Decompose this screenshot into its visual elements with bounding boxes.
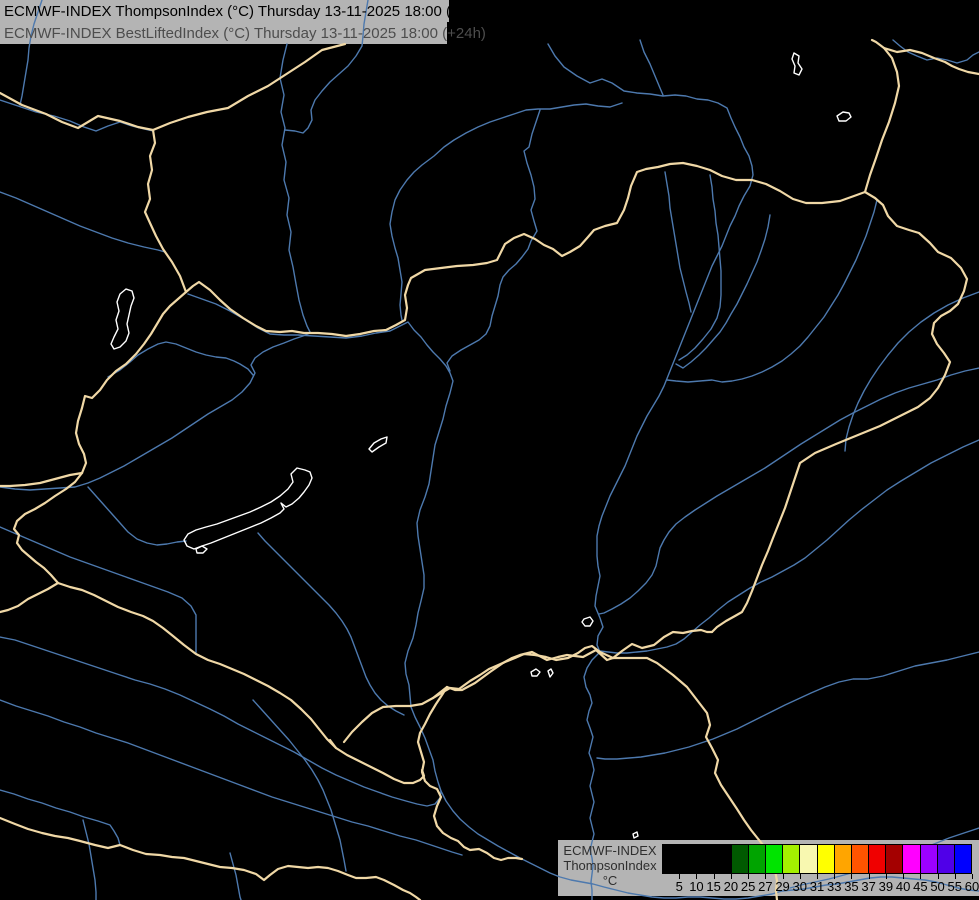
country-borders-layer — [0, 40, 979, 900]
legend-color-cell — [714, 844, 731, 874]
legend-title-unit: °C — [560, 873, 660, 888]
river-path — [548, 44, 753, 900]
weather-map — [0, 0, 979, 900]
weather-map-screen: ECMWF-INDEX ThompsonIndex (°C) Thursday … — [0, 0, 979, 900]
lake-outline — [531, 669, 540, 676]
legend-color-cell — [748, 844, 765, 874]
river-path — [665, 172, 691, 312]
legend-color-cell — [782, 844, 799, 874]
country-border-path — [186, 163, 865, 336]
country-border-path — [865, 40, 899, 192]
river-path — [0, 100, 153, 131]
country-border-path — [76, 292, 186, 473]
river-path — [258, 533, 404, 715]
country-border-path — [330, 740, 336, 748]
rivers-layer — [0, 0, 979, 900]
river-path — [679, 175, 721, 360]
river-path — [0, 192, 165, 252]
river-path — [0, 700, 462, 855]
lake-outline — [184, 468, 312, 549]
legend-color-cell — [920, 844, 937, 874]
legend-color-cell — [799, 844, 816, 874]
lake-outline — [369, 437, 387, 452]
country-border-path — [344, 698, 433, 742]
river-path — [108, 342, 253, 377]
country-border-path — [712, 192, 967, 632]
river-path — [0, 790, 120, 845]
map-title-line1: ECMWF-INDEX ThompsonIndex (°C) Thursday … — [4, 3, 490, 20]
lake-outline — [633, 832, 638, 838]
legend-color-cell — [679, 844, 696, 874]
legend-color-cell — [834, 844, 851, 874]
legend-title-product: ECMWF-INDEX — [560, 843, 660, 858]
river-path — [253, 700, 346, 871]
river-path — [845, 292, 979, 451]
river-path — [676, 215, 770, 368]
legend-color-cell — [731, 844, 748, 874]
river-path — [893, 40, 979, 63]
country-border-path — [0, 818, 420, 900]
lake-outline — [196, 546, 207, 553]
country-border-path — [884, 48, 979, 74]
lakes-layer — [111, 53, 851, 838]
river-path — [667, 200, 877, 382]
legend-color-cell — [765, 844, 782, 874]
river-path — [0, 637, 441, 806]
legend-title-index: ThompsonIndex — [560, 858, 660, 873]
lake-outline — [548, 669, 553, 677]
legend-color-cell — [662, 844, 679, 874]
river-path — [88, 487, 186, 545]
country-border-path — [418, 687, 522, 860]
map-title-line2: ECMWF-INDEX BestLiftedIndex (°C) Thursda… — [4, 25, 486, 42]
river-path — [597, 652, 979, 759]
river-path — [0, 333, 310, 490]
river-path — [447, 110, 540, 371]
lake-outline — [111, 289, 134, 349]
country-border-path — [0, 93, 153, 130]
legend-color-cell — [954, 844, 972, 874]
country-border-path — [433, 646, 613, 698]
river-path — [390, 103, 622, 320]
river-path — [83, 820, 96, 900]
legend: ECMWF-INDEX ThompsonIndex °C 51015202527… — [558, 840, 979, 896]
river-path — [280, 44, 310, 332]
legend-colorbar — [662, 844, 972, 874]
country-border-path — [447, 650, 613, 690]
country-border-path — [613, 630, 712, 658]
country-border-path — [0, 583, 58, 612]
lake-outline — [837, 112, 851, 121]
legend-title-block: ECMWF-INDEX ThompsonIndex °C — [560, 843, 660, 888]
river-path — [600, 440, 979, 653]
legend-color-cell — [885, 844, 902, 874]
river-path — [599, 368, 979, 614]
river-path — [0, 527, 196, 654]
country-border-path — [58, 583, 424, 783]
legend-color-cell — [902, 844, 919, 874]
legend-color-cell — [868, 844, 885, 874]
river-path — [640, 40, 663, 95]
legend-color-cell — [937, 844, 954, 874]
river-path — [188, 294, 979, 899]
country-border-path — [145, 44, 345, 292]
lake-outline — [582, 617, 593, 626]
country-border-path — [0, 473, 82, 486]
lake-outline — [792, 53, 802, 75]
country-border-path — [14, 473, 82, 583]
river-path — [230, 853, 241, 900]
legend-color-cell — [851, 844, 868, 874]
legend-color-cell — [696, 844, 713, 874]
legend-color-cell — [817, 844, 834, 874]
legend-tick-label: 60 — [960, 879, 979, 894]
